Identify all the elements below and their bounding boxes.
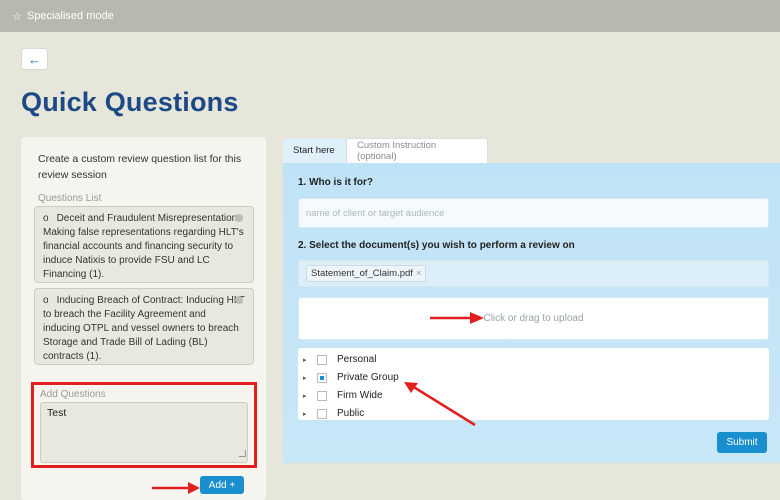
caret-right-icon[interactable]: ▸ — [303, 356, 317, 364]
question-text: Deceit and Fraudulent Misrepresentation:… — [43, 213, 244, 280]
who-label: 1. Who is it for? — [298, 177, 373, 188]
annotation-arrow-private-group — [404, 382, 476, 427]
annotation-arrow-add — [152, 482, 200, 494]
add-questions-textarea[interactable]: Test — [40, 402, 248, 463]
tree-item-firm-wide[interactable]: ▸ Firm Wide — [303, 388, 383, 403]
add-questions-label: Add Questions — [40, 389, 106, 400]
mode-label: Specialised mode — [26, 10, 114, 22]
tree-item-personal[interactable]: ▸ Personal — [303, 352, 376, 367]
documents-label: 2. Select the document(s) you wish to pe… — [298, 240, 575, 251]
tree-item-label: Personal — [337, 354, 377, 365]
page-title: Quick Questions — [21, 87, 239, 117]
remove-question-icon[interactable] — [235, 296, 243, 304]
tree-item-label: Firm Wide — [337, 390, 383, 401]
star-icon: ☆ — [12, 10, 22, 23]
tree-item-private-group[interactable]: ▸ Private Group — [303, 370, 399, 385]
tree-item-label: Public — [337, 408, 365, 419]
panel-intro: Create a custom review question list for… — [38, 153, 242, 181]
annotation-arrow-upload — [430, 312, 484, 324]
chip-remove-icon[interactable]: × — [416, 268, 422, 279]
arrow-left-icon: ← — [28, 51, 41, 67]
document-chip-label: Statement_of_Claim.pdf — [311, 268, 413, 279]
tree-checkbox[interactable] — [317, 408, 327, 419]
add-questions-highlight: Add Questions Test — [31, 382, 257, 468]
questions-list-title: Questions List — [38, 193, 102, 204]
selected-documents-field[interactable]: Statement_of_Claim.pdf × — [298, 260, 769, 287]
document-chip[interactable]: Statement_of_Claim.pdf × — [306, 265, 427, 282]
remove-question-icon[interactable] — [235, 214, 243, 222]
question-bullet: o — [43, 295, 49, 306]
target-audience-placeholder: name of client or target audience — [306, 207, 445, 219]
tab-custom-instruction[interactable]: Custom Instruction (optional) — [346, 138, 488, 163]
tree-checkbox[interactable] — [317, 354, 327, 365]
question-item: o Deceit and Fraudulent Misrepresentation… — [34, 206, 254, 283]
question-bullet: o — [43, 213, 49, 224]
question-text: Inducing Breach of Contract: Inducing HL… — [43, 295, 245, 362]
tree-checkbox[interactable] — [317, 390, 327, 401]
add-question-button[interactable]: Add + — [200, 476, 244, 494]
review-setup-panel: Start here Custom Instruction (optional)… — [283, 138, 780, 463]
upload-text: Click or drag to upload — [483, 313, 584, 324]
tree-item-label: Private Group — [337, 372, 399, 383]
question-item: o Inducing Breach of Contract: Inducing H… — [34, 288, 254, 365]
tab-content: 1. Who is it for? name of client or targ… — [283, 163, 780, 463]
upload-dropzone[interactable]: Click or drag to upload — [298, 297, 769, 340]
resize-grip-icon[interactable] — [239, 450, 246, 457]
folder-tree: ▸ Personal ▸ Private Group ▸ Firm Wide ▸… — [298, 348, 769, 420]
submit-button[interactable]: Submit — [717, 432, 767, 453]
back-button[interactable]: ← — [21, 48, 48, 70]
caret-right-icon[interactable]: ▸ — [303, 392, 317, 400]
questions-panel: Create a custom review question list for… — [21, 137, 266, 500]
mode-bar: ☆ Specialised mode — [0, 0, 780, 32]
caret-right-icon[interactable]: ▸ — [303, 374, 317, 382]
caret-right-icon[interactable]: ▸ — [303, 410, 317, 418]
tree-item-public[interactable]: ▸ Public — [303, 406, 364, 421]
tree-checkbox[interactable] — [317, 372, 327, 383]
tab-start-here[interactable]: Start here — [283, 138, 346, 163]
target-audience-input[interactable]: name of client or target audience — [298, 198, 769, 228]
